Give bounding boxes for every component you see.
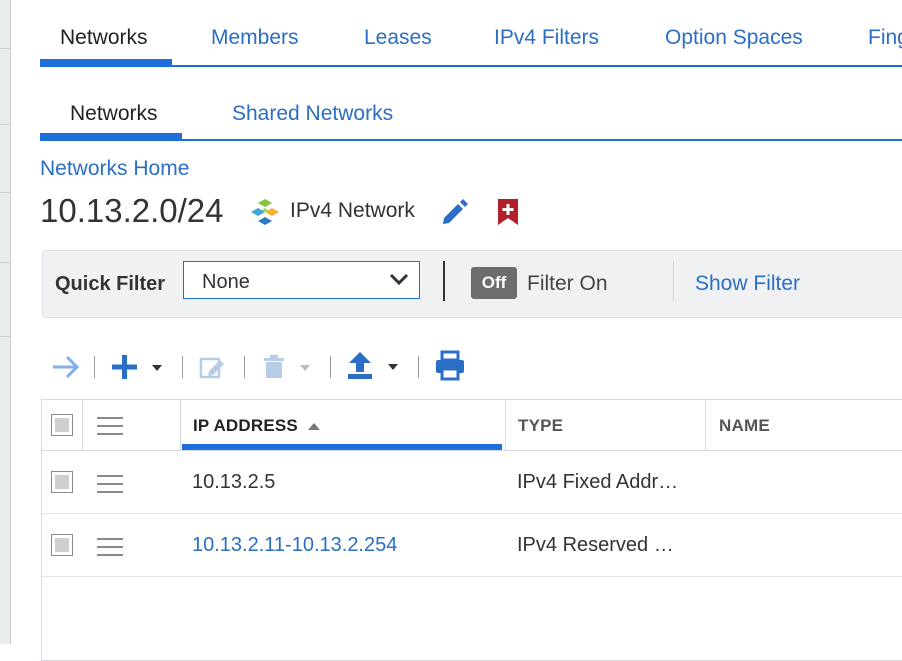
divider [673,261,674,301]
breadcrumb-networks-home[interactable]: Networks Home [40,157,189,181]
subtab-networks[interactable]: Networks [70,102,158,126]
row-menu-icon[interactable] [97,475,123,499]
toolbar-divider [94,356,95,378]
quick-filter-bar: Quick Filter None Off Filter On Show Fil… [42,250,902,318]
tab-members[interactable]: Members [211,26,299,50]
table-row[interactable]: 10.13.2.5 IPv4 Fixed Addr… [42,451,902,514]
show-filter-link[interactable]: Show Filter [695,272,800,296]
tab-networks[interactable]: Networks [60,26,148,50]
sort-ascending-icon [307,423,320,430]
subtab-shared-networks[interactable]: Shared Networks [232,102,393,126]
column-header-name[interactable]: NAME [719,416,770,436]
cell-type: IPv4 Fixed Addr… [517,471,679,493]
network-type-label: IPv4 Network [290,199,415,222]
data-grid: IP ADDRESS TYPE NAME 10.13.2.5 IPv4 Fixe… [41,399,902,661]
grid-header: IP ADDRESS TYPE NAME [42,400,902,451]
tab-fingerprints[interactable]: Fing [868,26,902,50]
row-checkbox[interactable] [51,534,73,556]
active-tab-indicator [40,59,172,65]
tab-ipv4-filters[interactable]: IPv4 Filters [494,26,599,50]
sort-indicator-bar [182,444,502,450]
go-to-arrow-icon[interactable] [50,352,82,382]
quick-filter-value: None [202,271,250,293]
row-menu-icon[interactable] [97,538,123,562]
toolbar-divider [418,356,419,378]
table-row[interactable]: 10.13.2.11-10.13.2.254 IPv4 Reserved … [42,514,902,577]
toolbar-divider [182,356,183,378]
network-icon [251,199,279,225]
page-title: 10.13.2.0/24 [40,192,224,229]
toolbar-divider [244,356,245,378]
tab-option-spaces[interactable]: Option Spaces [665,26,803,50]
filter-toggle[interactable]: Off [471,267,517,299]
bookmark-icon[interactable] [495,197,521,227]
quick-filter-label: Quick Filter [55,273,166,295]
add-plus-icon[interactable] [110,352,166,382]
export-upload-icon[interactable] [346,350,402,382]
column-menu-icon[interactable] [97,417,123,441]
cell-type: IPv4 Reserved … [517,534,674,556]
chevron-down-icon [389,273,409,286]
tab-leases[interactable]: Leases [364,26,432,50]
active-subtab-indicator [40,133,182,139]
divider [443,261,445,301]
edit-icon[interactable] [198,352,228,382]
delete-trash-icon[interactable] [260,352,316,382]
edit-pencil-icon[interactable] [438,196,470,228]
toolbar-divider [330,356,331,378]
quick-filter-select[interactable]: None [183,261,420,299]
print-icon[interactable] [434,350,466,382]
cell-ip-address-link[interactable]: 10.13.2.11-10.13.2.254 [192,534,397,557]
column-header-type[interactable]: TYPE [518,416,563,436]
cell-ip-address: 10.13.2.5 [192,471,276,493]
select-all-checkbox[interactable] [51,414,73,436]
left-panel-edge [0,0,11,644]
row-checkbox[interactable] [51,471,73,493]
column-header-ip-address[interactable]: IP ADDRESS [193,416,321,436]
filter-on-label: Filter On [527,272,608,295]
